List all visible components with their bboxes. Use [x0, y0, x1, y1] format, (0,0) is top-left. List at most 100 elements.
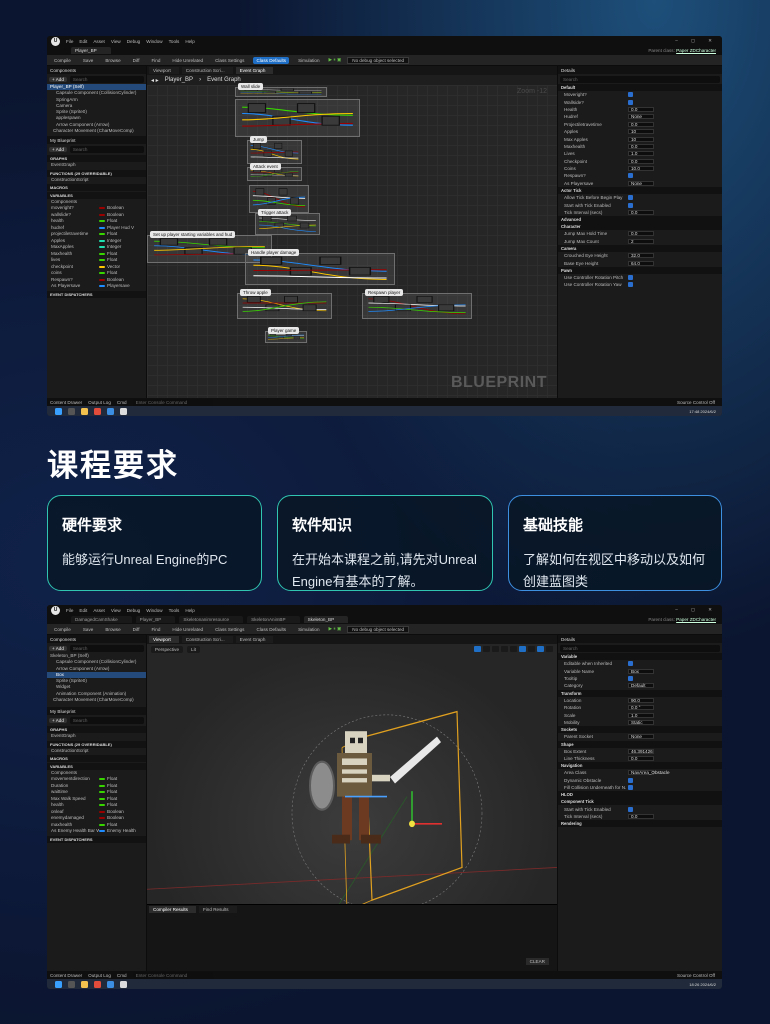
comment-box[interactable]: Jump	[247, 136, 302, 164]
macros-section[interactable]: MACROS	[47, 183, 146, 191]
detail-value-field[interactable]: 2	[628, 238, 654, 244]
unreal-taskbar-icon[interactable]	[120, 980, 127, 988]
document-tab[interactable]: Player_BP	[135, 616, 176, 623]
tab-viewport[interactable]: Viewport	[149, 636, 179, 643]
file-explorer-icon[interactable]	[81, 407, 88, 415]
menu-item[interactable]: View	[111, 39, 121, 44]
camera-section[interactable]: Camera	[558, 245, 722, 253]
detail-value-field[interactable]: 0.0 °	[628, 705, 654, 711]
advanced-section[interactable]: Advanced	[558, 216, 722, 224]
edge-icon[interactable]	[107, 980, 114, 988]
detail-value-field[interactable]: NavArea_Obstacle	[628, 770, 670, 776]
checkbox[interactable]	[628, 777, 633, 783]
checkbox[interactable]	[628, 282, 633, 288]
add-component-button[interactable]: + Add	[49, 76, 67, 82]
menu-item[interactable]: Window	[146, 39, 162, 44]
viewport-toolbar[interactable]	[474, 646, 553, 652]
parent-socket-value[interactable]: None	[628, 734, 654, 740]
event-dispatchers-section[interactable]: EVENT DISPATCHERS	[47, 835, 146, 843]
component-item[interactable]: Character Movement (CharMoveComp)	[47, 697, 146, 703]
actor-tick-section[interactable]: Actor Tick	[558, 187, 722, 195]
detail-value-field[interactable]: 0.0	[628, 210, 654, 216]
tab-construction-script[interactable]: Construction Scri...	[181, 67, 233, 74]
comment-box[interactable]: Throw apple	[237, 289, 332, 319]
variable-row[interactable]: As Enemy Health Bar WB Enemy Health	[47, 828, 146, 835]
checkbox[interactable]	[628, 661, 633, 667]
source-control-button[interactable]: Source Control Off	[677, 400, 715, 405]
component-item[interactable]: Character Movement (CharMoveComp)	[47, 128, 146, 134]
file-explorer-icon[interactable]	[81, 980, 88, 988]
tab-event-graph[interactable]: Event Graph	[235, 636, 274, 643]
search-icon[interactable]	[68, 980, 75, 988]
hide-unrelated-button[interactable]: Hide Unrelated	[169, 57, 206, 64]
construction-script-item[interactable]: ConstructionScript	[47, 748, 146, 754]
cmd-button[interactable]: Cmd	[117, 973, 127, 978]
comment-box[interactable]	[235, 99, 360, 137]
event-graph-item[interactable]: EventGraph	[47, 733, 146, 739]
menu-item[interactable]: File	[66, 39, 73, 44]
detail-value-field[interactable]: 0.0	[628, 231, 654, 237]
detail-value-field[interactable]: 10	[628, 136, 654, 142]
compile-button[interactable]: Compile	[51, 626, 74, 633]
nav-arrows-icon[interactable]: ◂ ▸	[151, 77, 159, 84]
output-log-button[interactable]: Output Log	[88, 400, 111, 405]
window-controls[interactable]: – ◻ ✕	[675, 607, 718, 613]
graphs-section[interactable]: GRAPHS	[47, 155, 146, 163]
detail-value-field[interactable]: 0.0	[628, 121, 654, 127]
checkbox[interactable]	[628, 806, 633, 812]
save-button[interactable]: Save	[80, 626, 96, 633]
detail-value-field[interactable]: 0.0	[628, 143, 654, 149]
components-search-input[interactable]: Search	[69, 75, 144, 83]
play-icon[interactable]: ▶ ⏸ ▣	[329, 626, 342, 632]
default-section[interactable]: Default	[558, 84, 722, 91]
diff-button[interactable]: Diff	[130, 57, 143, 64]
detail-value-field[interactable]: 10.0	[628, 166, 654, 172]
comment-box[interactable]: Player game	[265, 327, 307, 343]
component-item[interactable]: Capsule Component (CollisionCylinder)	[47, 90, 146, 96]
tab-find-results[interactable]: Find Results	[198, 906, 237, 913]
diff-button[interactable]: Diff	[130, 626, 143, 633]
add-blueprint-item-button[interactable]: + Add	[49, 146, 67, 152]
class-settings-button[interactable]: Class Settings	[212, 57, 247, 64]
components-search-input[interactable]: Search	[69, 644, 144, 652]
shape-section[interactable]: Shape	[558, 740, 722, 748]
comment-box[interactable]: Respawn player	[362, 289, 472, 319]
checkbox[interactable]	[628, 173, 633, 179]
detail-value-field[interactable]: 90.0	[628, 697, 654, 703]
find-button[interactable]: Find	[148, 57, 163, 64]
lit-button[interactable]: Lit	[187, 646, 200, 653]
breadcrumb-blueprint[interactable]: Player_BP	[165, 77, 193, 83]
checkbox[interactable]	[628, 195, 633, 201]
console-input[interactable]: Enter Console Command	[132, 398, 213, 406]
tab-viewport[interactable]: Viewport	[149, 67, 179, 74]
checkbox[interactable]	[628, 99, 633, 105]
menu-item[interactable]: Help	[185, 39, 194, 44]
browse-button[interactable]: Browse	[102, 57, 123, 64]
menu-item[interactable]: Tools	[169, 39, 180, 44]
app-icon[interactable]	[94, 980, 101, 988]
component-tick-section[interactable]: Component Tick	[558, 798, 722, 806]
browse-button[interactable]: Browse	[102, 626, 123, 633]
document-tab[interactable]: Skeleton_BP	[303, 616, 349, 623]
menu-item[interactable]: Debug	[127, 39, 141, 44]
comment-box[interactable]: Handle player damage	[245, 249, 395, 285]
window-controls[interactable]: – ◻ ✕	[675, 38, 718, 44]
menu-item[interactable]: File	[66, 608, 73, 613]
character-section[interactable]: Character	[558, 223, 722, 231]
transform-section[interactable]: Transform	[558, 689, 722, 697]
class-defaults-button[interactable]: Class Defaults	[253, 626, 289, 633]
blueprint-search-input[interactable]: Search	[69, 145, 144, 153]
blueprint-search-input[interactable]: Search	[69, 716, 144, 724]
detail-value-field[interactable]: 0.0	[628, 158, 654, 164]
document-tab[interactable]: DamagedCamShake	[71, 616, 132, 623]
detail-value-field[interactable]: 1.0	[628, 151, 654, 157]
class-settings-button[interactable]: Class Settings	[212, 626, 247, 633]
comment-box[interactable]: Wall slide	[235, 83, 327, 97]
debug-object-select[interactable]: No debug object selected	[347, 625, 410, 633]
menu-item[interactable]: View	[111, 608, 121, 613]
detail-value-field[interactable]: 46.391426	[628, 748, 654, 754]
detail-value-field[interactable]: Static	[628, 719, 654, 725]
detail-value-field[interactable]: None	[628, 180, 654, 186]
checkbox[interactable]	[628, 785, 633, 791]
variable-row[interactable]: As Playersave Playersave	[47, 283, 146, 290]
